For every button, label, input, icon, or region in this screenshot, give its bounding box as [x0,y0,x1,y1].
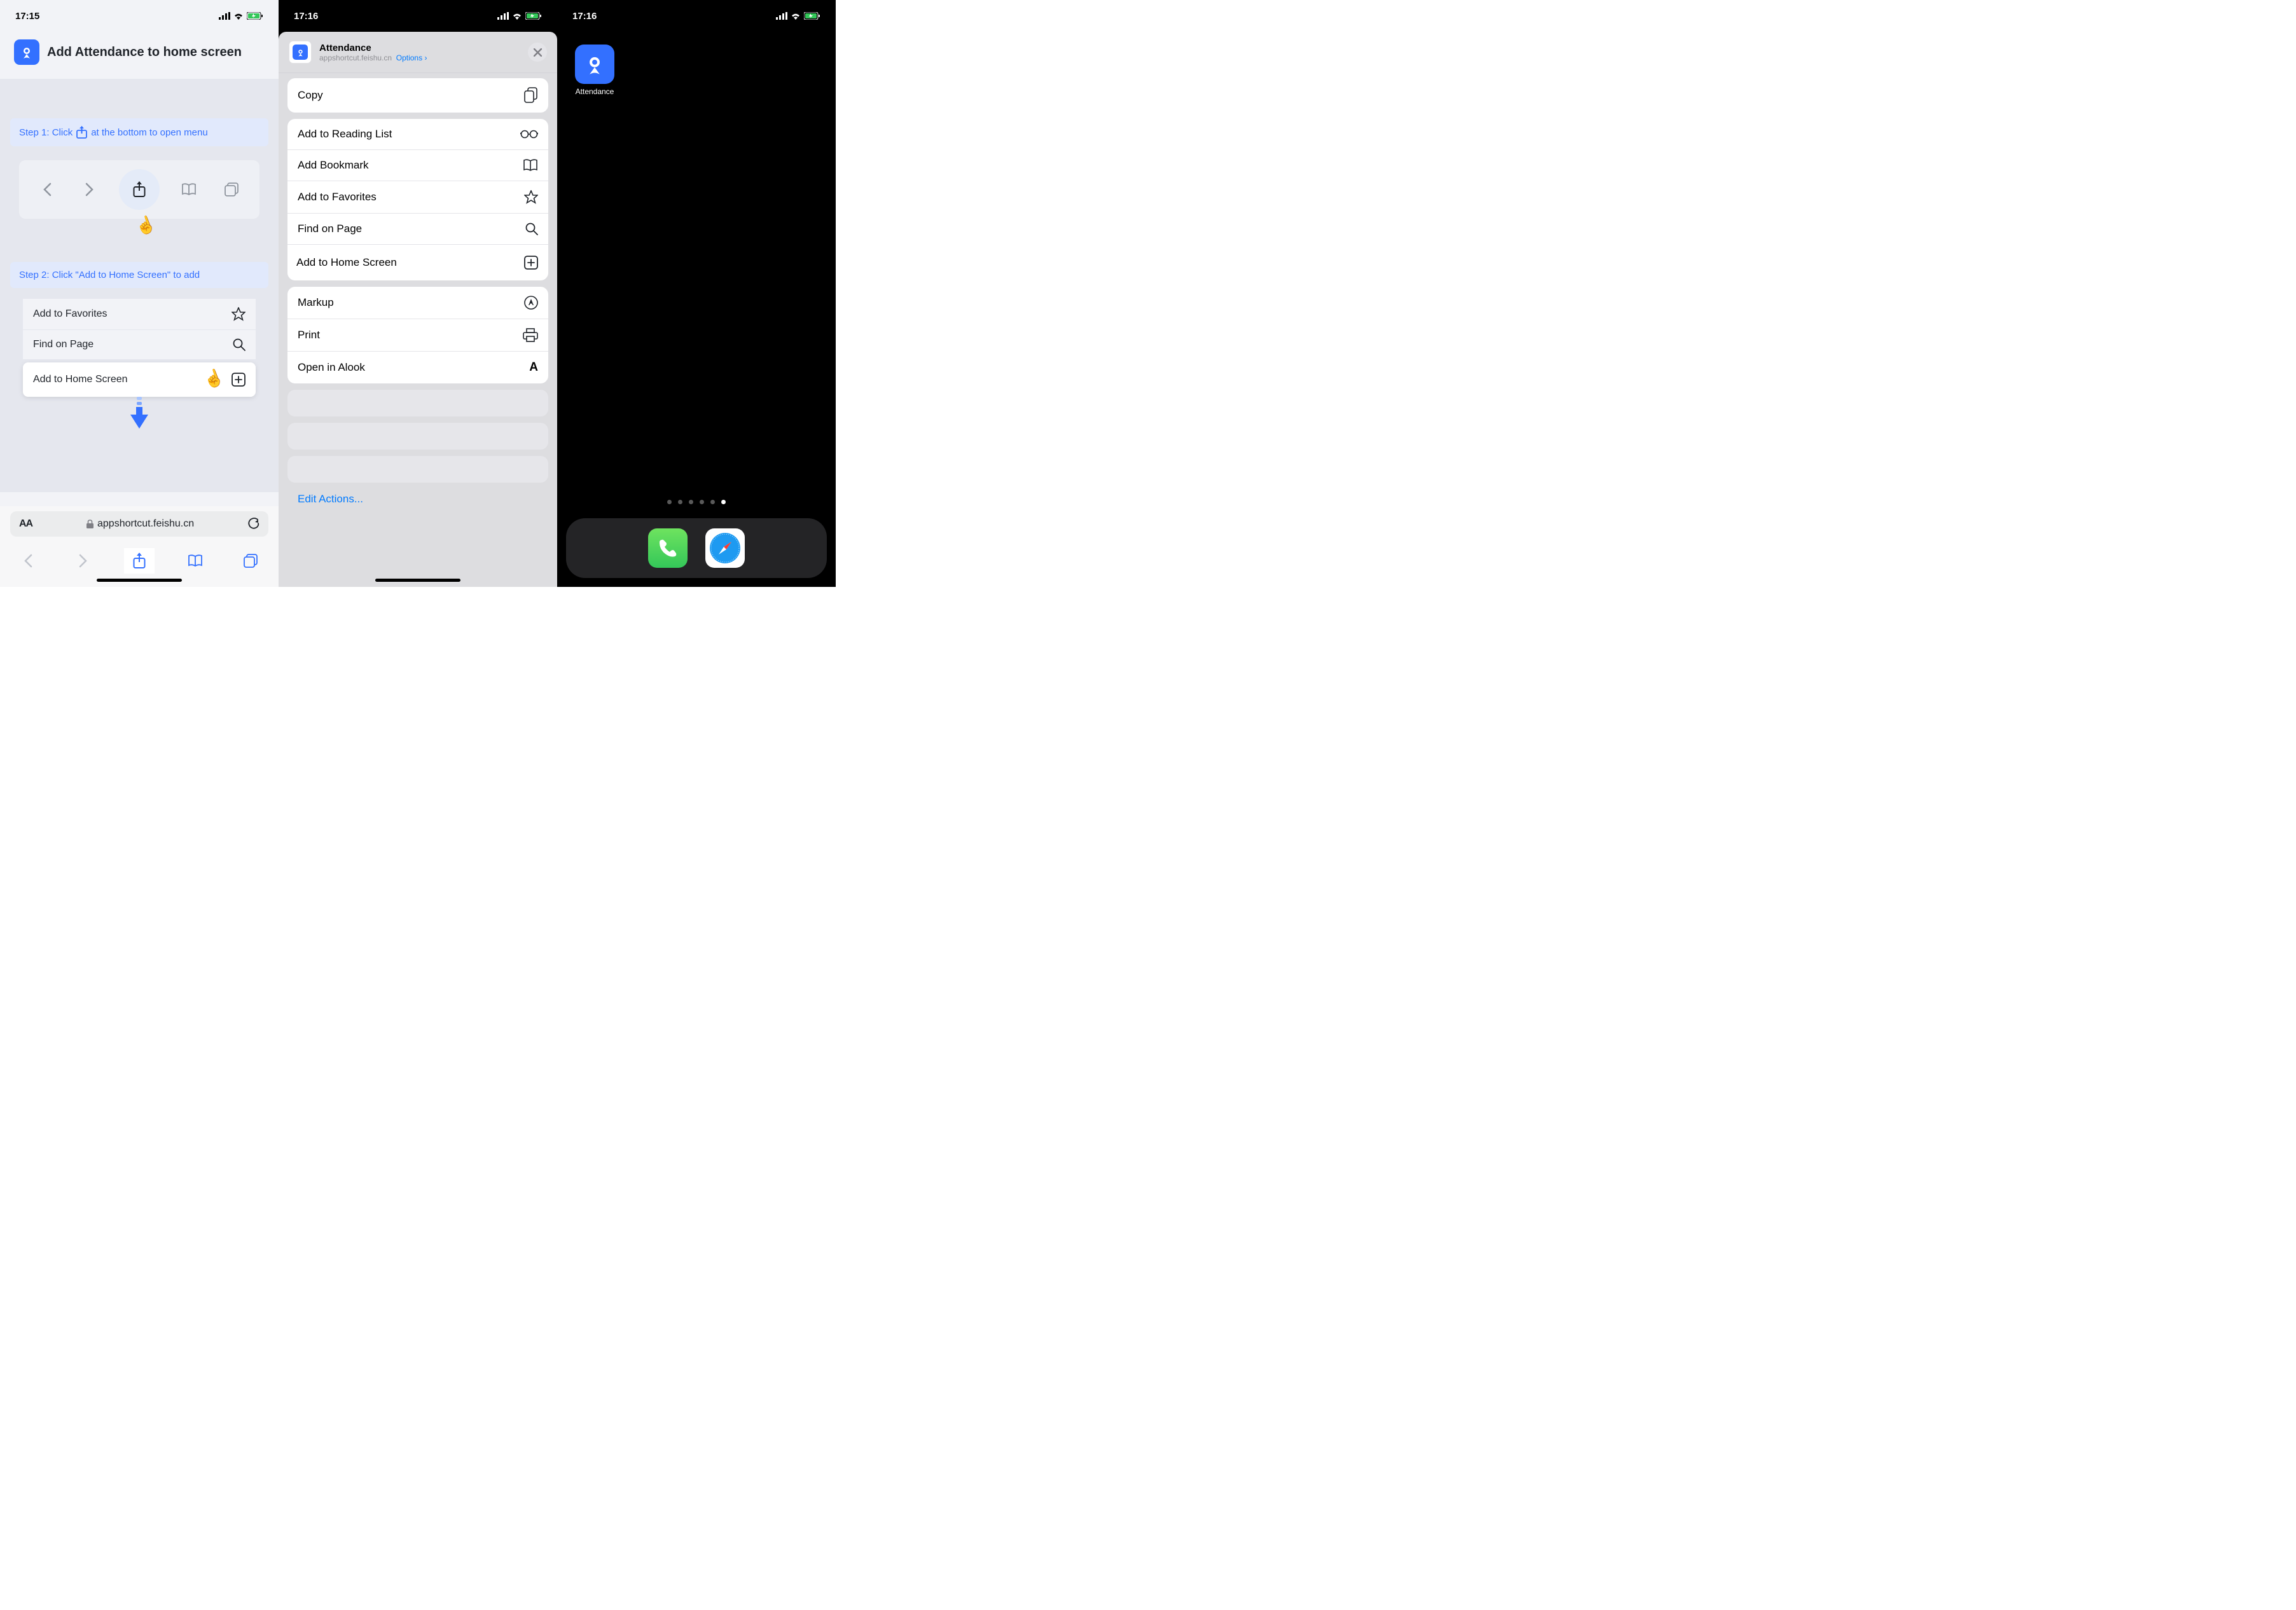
action-print[interactable]: Print [287,319,548,352]
action-favorites[interactable]: Add to Favorites [287,181,548,214]
markup-icon [524,296,538,310]
share-button-highlighted: ☝ [119,169,160,210]
share-icon [125,175,153,203]
phone-icon [656,537,679,560]
lock-icon [86,519,93,528]
wifi-icon [791,12,801,20]
safari-nav-bar [0,542,279,575]
nav-tabs-button[interactable] [235,548,266,574]
plus-square-icon [232,373,246,387]
skeleton-row [287,456,548,483]
search-icon [525,223,538,235]
screen-share-sheet: 17:16 Attendance appshortcut.feishu.cn O… [279,0,557,587]
options-button[interactable]: Options › [396,53,427,62]
forward-icon [76,175,104,203]
home-indicator[interactable] [97,579,182,582]
menu-item-find-demo: Find on Page [23,330,256,360]
skeleton-row [287,390,548,416]
home-screen-app-attendance[interactable]: Attendance [570,45,619,96]
wifi-icon [233,12,244,20]
action-open-alook[interactable]: Open in Alook A [287,352,548,383]
nav-share-button[interactable] [124,548,155,574]
action-add-to-home-screen[interactable]: Add to Home Screen [287,245,548,280]
step-2-banner: Step 2: Click "Add to Home Screen" to ad… [10,262,268,288]
battery-charging-icon [247,12,263,20]
action-markup[interactable]: Markup [287,287,548,319]
print-icon [523,328,538,342]
share-sheet-url: appshortcut.feishu.cn [319,53,392,62]
attendance-app-icon [14,39,39,65]
skeleton-row [287,423,548,450]
close-button[interactable] [528,43,547,62]
page-indicator[interactable] [667,500,726,504]
book-icon [175,175,203,203]
url-text: appshortcut.feishu.cn [97,518,194,530]
status-icons [776,12,820,20]
attendance-app-icon [575,45,614,84]
status-bar: 17:16 [279,0,557,28]
share-sheet: Attendance appshortcut.feishu.cn Options… [279,32,557,587]
share-sheet-header: Attendance appshortcut.feishu.cn Options… [279,32,557,72]
glasses-icon [520,130,538,139]
safari-bottom-bar: AA appshortcut.feishu.cn [0,506,279,587]
home-indicator[interactable] [375,579,460,582]
page-header: Add Attendance to home screen [0,28,279,79]
status-time: 17:15 [15,11,39,22]
action-find-on-page[interactable]: Find on Page [287,214,548,245]
toolbar-illustration: ☝ [19,160,259,219]
star-icon [524,190,538,204]
action-copy[interactable]: Copy [287,78,548,113]
url-bar[interactable]: AA appshortcut.feishu.cn [10,511,268,537]
app-label: Attendance [570,87,619,96]
close-icon [534,48,542,57]
reload-icon[interactable] [248,518,259,530]
screen-instructions: 17:15 Add Attendance to home screen Step… [0,0,279,587]
back-icon [33,175,61,203]
alook-icon: A [529,361,538,375]
share-sheet-title: Attendance [319,43,520,53]
screen-home: 17:16 Attendance [557,0,836,587]
action-reading-list[interactable]: Add to Reading List [287,119,548,150]
signal-icon [497,12,509,20]
pointing-hand-icon: ☝ [132,212,158,238]
share-sheet-app-icon [289,41,312,64]
page-title: Add Attendance to home screen [47,45,242,60]
copy-icon [524,87,538,104]
star-icon [232,307,246,321]
tabs-icon [218,175,246,203]
nav-forward-button[interactable] [68,548,99,574]
dock-app-phone[interactable] [648,528,688,568]
status-icons [219,12,263,20]
status-bar: 17:15 [0,0,279,28]
wifi-icon [512,12,522,20]
battery-charging-icon [525,12,542,20]
status-icons [497,12,542,20]
share-sheet-body[interactable]: Copy Add to Reading List Add Bookmark Ad… [279,78,557,514]
status-time: 17:16 [294,11,318,22]
book-icon [523,159,538,172]
action-bookmark[interactable]: Add Bookmark [287,150,548,181]
safari-icon [709,532,742,565]
menu-item-add-home-demo: Add to Home Screen ☝ [23,362,256,397]
signal-icon [219,12,230,20]
plus-square-icon [524,256,538,270]
menu-item-favorites-demo: Add to Favorites [23,299,256,330]
instructions-content: Step 1: Click at the bottom to open menu… [0,79,279,492]
signal-icon [776,12,787,20]
battery-charging-icon [804,12,820,20]
down-arrow-icon [128,397,151,429]
text-size-button[interactable]: AA [19,518,32,530]
nav-back-button[interactable] [13,548,43,574]
edit-actions-button[interactable]: Edit Actions... [287,489,548,514]
nav-bookmarks-button[interactable] [180,548,211,574]
menu-illustration: Add to Favorites Find on Page Add to Hom… [23,299,256,397]
dock-app-safari[interactable] [705,528,745,568]
status-time: 17:16 [572,11,597,22]
step-1-banner: Step 1: Click at the bottom to open menu [10,118,268,146]
status-bar: 17:16 [557,0,836,28]
dock [566,518,827,578]
search-icon [233,338,246,351]
share-icon [76,126,87,139]
pointing-hand-icon: ☝ [200,366,226,391]
